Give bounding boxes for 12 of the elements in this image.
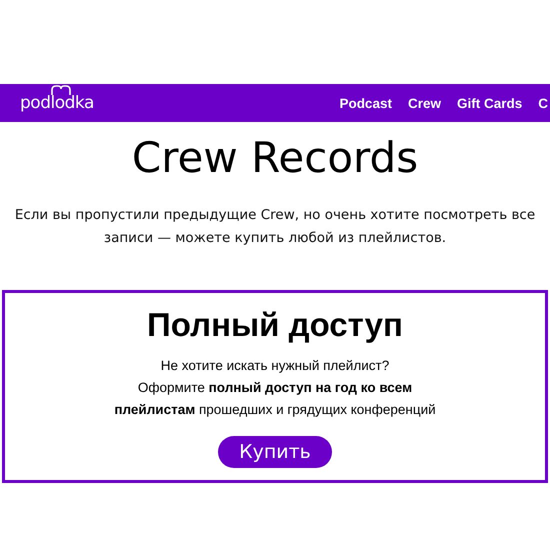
nav-link[interactable]: Podcast [339,96,392,110]
nav-link[interactable]: Gift Cards [456,96,522,110]
logo[interactable]: podlodka [20,93,94,113]
offer-text: Оформите полный доступ на год ко всем плейлистам прошедших и грядущих конференций [113,379,437,419]
logo-icon [50,84,72,96]
nav-link[interactable]: C [538,96,548,110]
offer-question: Не хотите искать нужный плейлист? [160,357,390,375]
nav-link[interactable]: Crew [408,96,441,110]
intro-text: Если вы пропустили предыдущие Crew, но очень хотите посмотреть все записи — можете купить любой из плейлистов. [14,206,536,248]
page-title: Crew Records [130,134,420,182]
offer-title: Полный доступ [147,305,403,345]
buy-button[interactable]: Купить [218,436,332,468]
